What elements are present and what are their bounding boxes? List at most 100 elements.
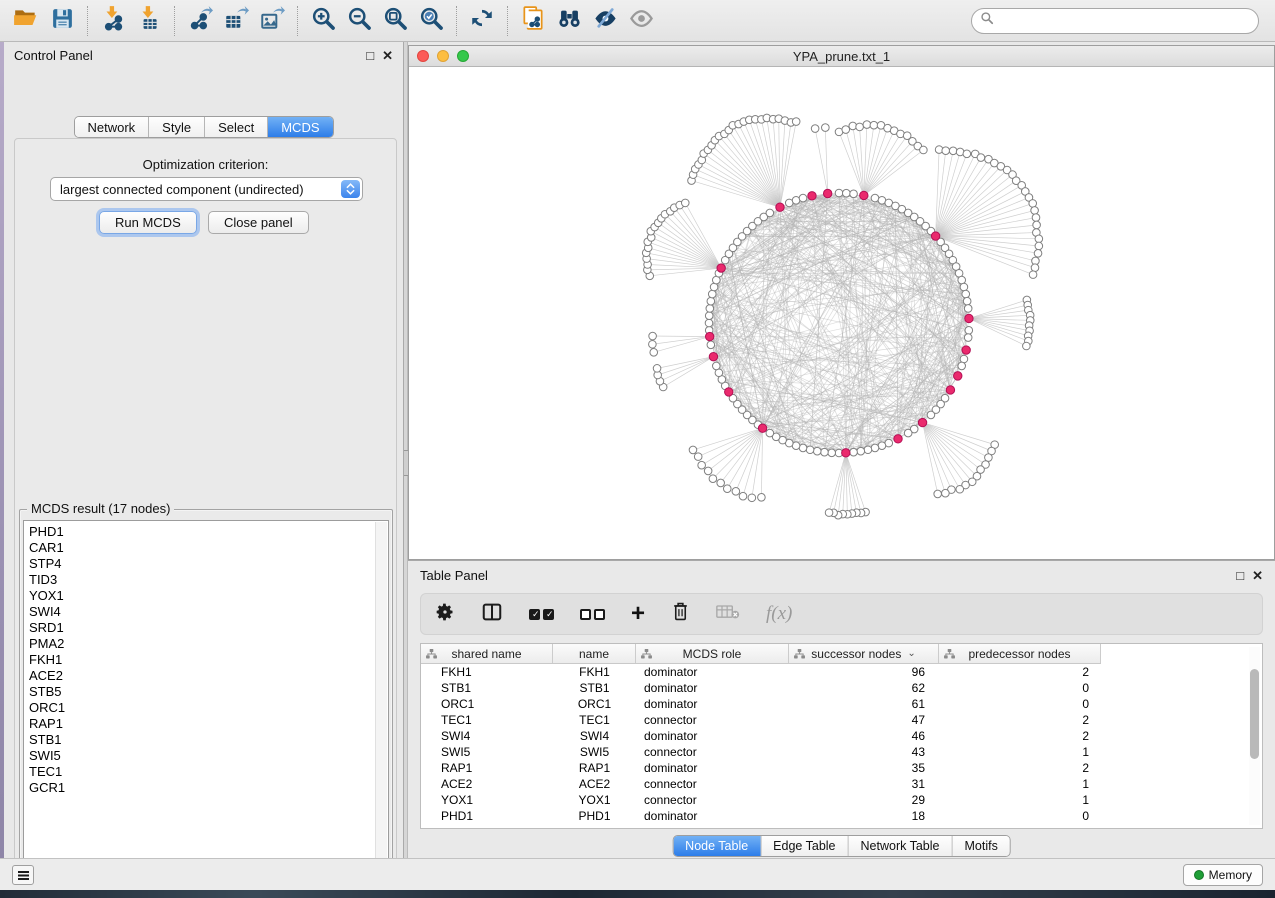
- table-row[interactable]: FKH1FKH1dominator962: [421, 664, 1262, 680]
- function-builder-button[interactable]: f(x): [766, 603, 792, 625]
- graph-node[interactable]: [649, 332, 657, 340]
- graph-node[interactable]: [792, 196, 800, 204]
- mcds-list-scrollbar[interactable]: [375, 522, 387, 871]
- graph-node[interactable]: [960, 283, 968, 291]
- table-scrollbar-thumb[interactable]: [1250, 669, 1259, 759]
- select-all-button[interactable]: [529, 609, 554, 620]
- graph-node[interactable]: [706, 305, 714, 313]
- graph-node[interactable]: [958, 362, 966, 370]
- graph-node[interactable]: [920, 146, 928, 154]
- graph-node[interactable]: [927, 411, 935, 419]
- search-input[interactable]: [994, 13, 1250, 28]
- graph-node[interactable]: [739, 492, 747, 500]
- mcds-node[interactable]: [709, 352, 717, 360]
- graph-node[interactable]: [1031, 264, 1039, 272]
- graph-node[interactable]: [977, 154, 985, 162]
- graph-node[interactable]: [799, 444, 807, 452]
- show-all-button[interactable]: [623, 4, 659, 38]
- graph-node[interactable]: [878, 442, 886, 450]
- table-tab-motifs[interactable]: Motifs: [952, 836, 1009, 856]
- graph-node[interactable]: [904, 429, 912, 437]
- graph-node[interactable]: [850, 448, 858, 456]
- graph-node[interactable]: [871, 444, 879, 452]
- graph-node[interactable]: [811, 125, 819, 133]
- mcds-node[interactable]: [918, 418, 926, 426]
- graph-node[interactable]: [1029, 200, 1037, 208]
- tab-network[interactable]: Network: [74, 117, 149, 137]
- table-row[interactable]: SWI4SWI4dominator462: [421, 728, 1262, 744]
- graph-node[interactable]: [649, 340, 657, 348]
- graph-node[interactable]: [689, 446, 697, 454]
- graph-node[interactable]: [963, 150, 971, 158]
- graph-node[interactable]: [1023, 342, 1031, 350]
- float-panel-icon[interactable]: □: [366, 49, 374, 62]
- mcds-node[interactable]: [717, 264, 725, 272]
- column-header-predecessor-nodes[interactable]: predecessor nodes: [939, 644, 1101, 663]
- graph-node[interactable]: [705, 312, 713, 320]
- graph-node[interactable]: [863, 121, 871, 129]
- mcds-node[interactable]: [946, 386, 954, 394]
- graph-node[interactable]: [758, 493, 766, 501]
- export-image-button[interactable]: [254, 4, 290, 38]
- graph-node[interactable]: [822, 124, 830, 132]
- close-panel-icon[interactable]: ✕: [382, 49, 393, 62]
- graph-node[interactable]: [1034, 249, 1042, 257]
- graph-node[interactable]: [1031, 207, 1039, 215]
- graph-node[interactable]: [825, 509, 833, 517]
- graph-node[interactable]: [806, 446, 814, 454]
- column-header-name[interactable]: name: [553, 644, 636, 663]
- graph-node[interactable]: [964, 305, 972, 313]
- graph-node[interactable]: [766, 209, 774, 217]
- graph-node[interactable]: [956, 485, 964, 493]
- mcds-node[interactable]: [706, 332, 714, 340]
- graph-node[interactable]: [650, 349, 658, 357]
- graph-node[interactable]: [766, 429, 774, 437]
- close-table-panel-icon[interactable]: ✕: [1252, 569, 1263, 582]
- graph-node[interactable]: [958, 276, 966, 284]
- mcds-result-item[interactable]: STB5: [29, 684, 388, 700]
- zoom-selected-button[interactable]: [413, 4, 449, 38]
- mcds-node[interactable]: [776, 203, 784, 211]
- mcds-node[interactable]: [823, 189, 831, 197]
- network-window-titlebar[interactable]: YPA_prune.txt_1: [409, 46, 1274, 67]
- mcds-node[interactable]: [725, 388, 733, 396]
- graph-node[interactable]: [748, 494, 756, 502]
- mcds-result-item[interactable]: STB1: [29, 732, 388, 748]
- table-tab-node-table[interactable]: Node Table: [673, 836, 761, 856]
- zoom-fit-button[interactable]: [377, 4, 413, 38]
- mcds-node[interactable]: [965, 314, 973, 322]
- column-header-successor-nodes[interactable]: successor nodes⌄: [789, 644, 939, 663]
- graph-node[interactable]: [828, 449, 836, 457]
- mcds-node[interactable]: [842, 449, 850, 457]
- memory-button[interactable]: Memory: [1183, 864, 1263, 886]
- table-row[interactable]: PHD1PHD1dominator180: [421, 808, 1262, 824]
- mcds-node[interactable]: [808, 192, 816, 200]
- graph-node[interactable]: [871, 194, 879, 202]
- graph-node[interactable]: [985, 454, 993, 462]
- export-network-button[interactable]: [182, 4, 218, 38]
- run-mcds-button[interactable]: Run MCDS: [99, 211, 197, 234]
- graph-node[interactable]: [704, 467, 712, 475]
- delete-table-button[interactable]: [716, 603, 740, 626]
- zoom-in-button[interactable]: [305, 4, 341, 38]
- graph-node[interactable]: [698, 461, 706, 469]
- export-table-button[interactable]: [218, 4, 254, 38]
- mcds-result-item[interactable]: FKH1: [29, 652, 388, 668]
- graph-node[interactable]: [857, 447, 865, 455]
- task-history-button[interactable]: [12, 865, 34, 885]
- mcds-result-item[interactable]: STP4: [29, 556, 388, 572]
- network-canvas[interactable]: [409, 67, 1274, 559]
- column-header-shared-name[interactable]: shared name: [421, 644, 553, 663]
- mcds-result-item[interactable]: GCR1: [29, 780, 388, 796]
- hide-selected-button[interactable]: [587, 4, 623, 38]
- table-row[interactable]: TEC1TEC1connector472: [421, 712, 1262, 728]
- tab-style[interactable]: Style: [149, 117, 205, 137]
- table-row[interactable]: RAP1RAP1dominator352: [421, 760, 1262, 776]
- graph-node[interactable]: [709, 475, 717, 483]
- graph-node[interactable]: [850, 190, 858, 198]
- graph-node[interactable]: [813, 447, 821, 455]
- graph-node[interactable]: [870, 121, 878, 129]
- mcds-result-item[interactable]: ACE2: [29, 668, 388, 684]
- table-settings-button[interactable]: [435, 602, 455, 627]
- graph-node[interactable]: [732, 488, 740, 496]
